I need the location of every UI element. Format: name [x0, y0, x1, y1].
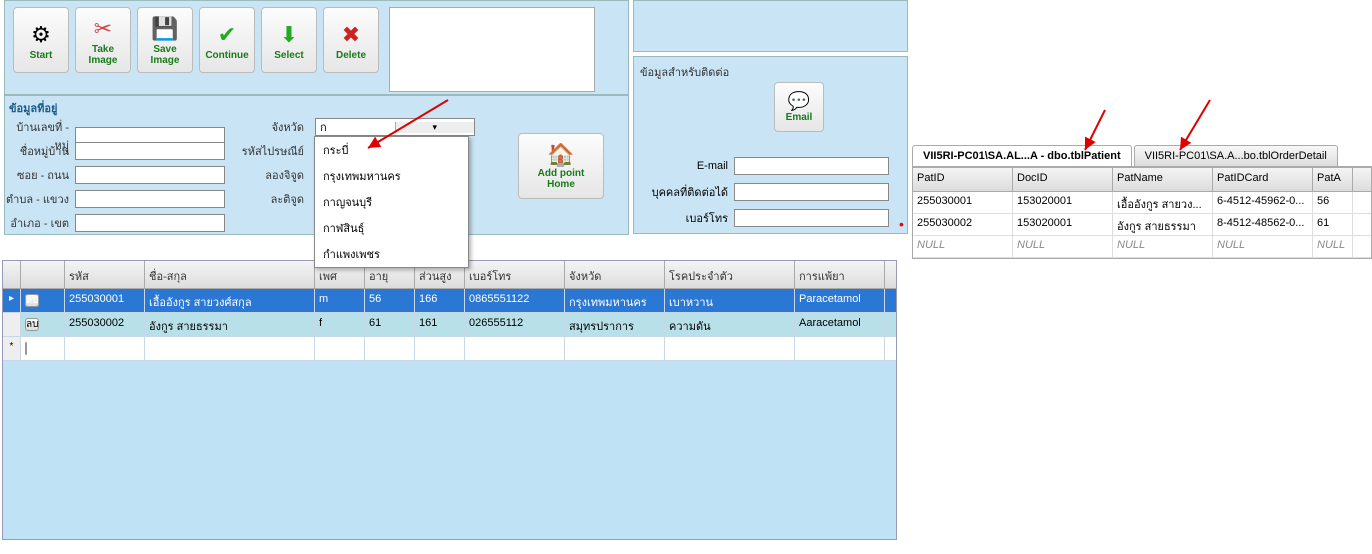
village-label: ชื่อหมู่บ้าน: [5, 142, 75, 160]
chevron-down-icon: ▾: [395, 122, 475, 133]
province-value: ก: [316, 118, 395, 136]
delete-row-button[interactable]: ลบ: [25, 294, 39, 307]
col-allergy[interactable]: การแพ้ยา: [795, 261, 885, 288]
lat-label: ละติจูด: [240, 190, 310, 208]
start-button[interactable]: ⚙Start: [13, 7, 69, 73]
row-indicator: [3, 313, 21, 336]
province-dropdown-list[interactable]: กระบี่ กรุงเทพมหานคร กาญจนบุรี กาฬสินธุ์…: [314, 136, 469, 268]
province-option-2[interactable]: กาญจนบุรี: [315, 189, 468, 215]
grid-row-new[interactable]: *: [3, 337, 896, 361]
tambon-input[interactable]: [75, 190, 225, 208]
grid-row-1[interactable]: ลบ 255030002 อังกูร สายธรรมา f 61 161 02…: [3, 313, 896, 337]
col-id[interactable]: รหัส: [65, 261, 145, 288]
email-button[interactable]: 💬 Email: [774, 82, 824, 132]
floppy-icon: 💾: [151, 14, 178, 44]
required-indicator: •: [899, 216, 904, 232]
x-icon: ✖: [342, 20, 360, 50]
sql-row-null[interactable]: NULL NULL NULL NULL NULL: [913, 236, 1371, 258]
sql-grid-header: PatID DocID PatName PatIDCard PatA: [913, 168, 1371, 192]
address-title: ข้อมูลที่อยู่: [9, 99, 57, 117]
tab-patient[interactable]: VII5RI-PC01\SA.AL...A - dbo.tblPatient: [912, 145, 1132, 166]
col-province[interactable]: จังหวัด: [565, 261, 665, 288]
contact-phone-input[interactable]: [734, 209, 889, 227]
grid-row-0[interactable]: ▸ ลบ 255030001 เอื้ออังกูร สายวงศ์สกุล m…: [3, 289, 896, 313]
sql-row-1[interactable]: 255030002 153020001 อังกูร สายธรรมา 8-45…: [913, 214, 1371, 236]
select-button[interactable]: ⬇Select: [261, 7, 317, 73]
contact-group: ข้อมูลสำหรับติดต่อ 💬 Email E-mail บุคคลท…: [633, 56, 908, 234]
col-patid[interactable]: PatID: [913, 168, 1013, 191]
phone-label: เบอร์โทร: [634, 209, 734, 227]
col-pata[interactable]: PatA: [1313, 168, 1353, 191]
sql-panel: VII5RI-PC01\SA.AL...A - dbo.tblPatient V…: [912, 145, 1372, 259]
person-label: บุคคลที่ติดต่อได้: [634, 183, 734, 201]
soi-input[interactable]: [75, 166, 225, 184]
patient-grid: รหัส ชื่อ-สกุล เพศ อายุ ส่วนสูง เบอร์โทร…: [2, 260, 897, 540]
sql-row-0[interactable]: 255030001 153020001 เอื้ออังกูร สายวง...…: [913, 192, 1371, 214]
province-option-4[interactable]: กำแพงเพชร: [315, 241, 468, 267]
province-label: จังหวัด: [240, 118, 310, 136]
save-image-button[interactable]: 💾Save Image: [137, 7, 193, 73]
province-option-3[interactable]: กาฬสินธุ์: [315, 215, 468, 241]
take-image-button[interactable]: ✂Take Image: [75, 7, 131, 73]
soi-label: ซอย - ถนน: [5, 166, 75, 184]
postal-label: รหัสไปรษณีย์: [240, 142, 310, 160]
home-icon: 🏠: [547, 142, 574, 168]
col-phone[interactable]: เบอร์โทร: [465, 261, 565, 288]
email-label: E-mail: [634, 160, 734, 172]
continue-button[interactable]: ✔Continue: [199, 7, 255, 73]
gear-icon: ⚙: [31, 20, 51, 50]
col-docid[interactable]: DocID: [1013, 168, 1113, 191]
preview-box: [389, 7, 595, 92]
sql-grid: PatID DocID PatName PatIDCard PatA 25503…: [912, 167, 1372, 259]
amphoe-label: อำเภอ - เขต: [5, 214, 75, 232]
tab-orderdetail[interactable]: VII5RI-PC01\SA.A...bo.tblOrderDetail: [1134, 145, 1338, 166]
province-option-0[interactable]: กระบี่: [315, 137, 468, 163]
amphoe-input[interactable]: [75, 214, 225, 232]
arrow-down-icon: ⬇: [280, 20, 298, 50]
long-label: ลองจิจูด: [240, 166, 310, 184]
contact-person-input[interactable]: [734, 183, 889, 201]
col-patidcard[interactable]: PatIDCard: [1213, 168, 1313, 191]
row-indicator-icon: ▸: [3, 289, 21, 312]
speech-bubble-icon: 💬: [788, 91, 810, 112]
delete-button[interactable]: ✖Delete: [323, 7, 379, 73]
col-disease[interactable]: โรคประจำตัว: [665, 261, 795, 288]
col-name[interactable]: ชื่อ-สกุล: [145, 261, 315, 288]
main-toolbar: ⚙Start ✂Take Image 💾Save Image ✔Continue…: [4, 0, 629, 95]
col-patname[interactable]: PatName: [1113, 168, 1213, 191]
province-dropdown[interactable]: ก ▾: [315, 118, 475, 136]
tambon-label: ตำบล - แขวง: [5, 190, 75, 208]
province-option-1[interactable]: กรุงเทพมหานคร: [315, 163, 468, 189]
check-icon: ✔: [218, 20, 236, 50]
scissors-icon: ✂: [94, 14, 112, 44]
add-point-home-button[interactable]: 🏠 Add point Home: [518, 133, 604, 199]
contact-title: ข้อมูลสำหรับติดต่อ: [640, 63, 729, 81]
new-row-indicator-icon: *: [3, 337, 21, 360]
tab-bar: VII5RI-PC01\SA.AL...A - dbo.tblPatient V…: [912, 145, 1372, 167]
blank-panel: [633, 0, 908, 52]
email-input[interactable]: [734, 157, 889, 175]
delete-row-button[interactable]: [25, 342, 27, 355]
delete-row-button[interactable]: ลบ: [25, 318, 39, 331]
village-input[interactable]: [75, 142, 225, 160]
